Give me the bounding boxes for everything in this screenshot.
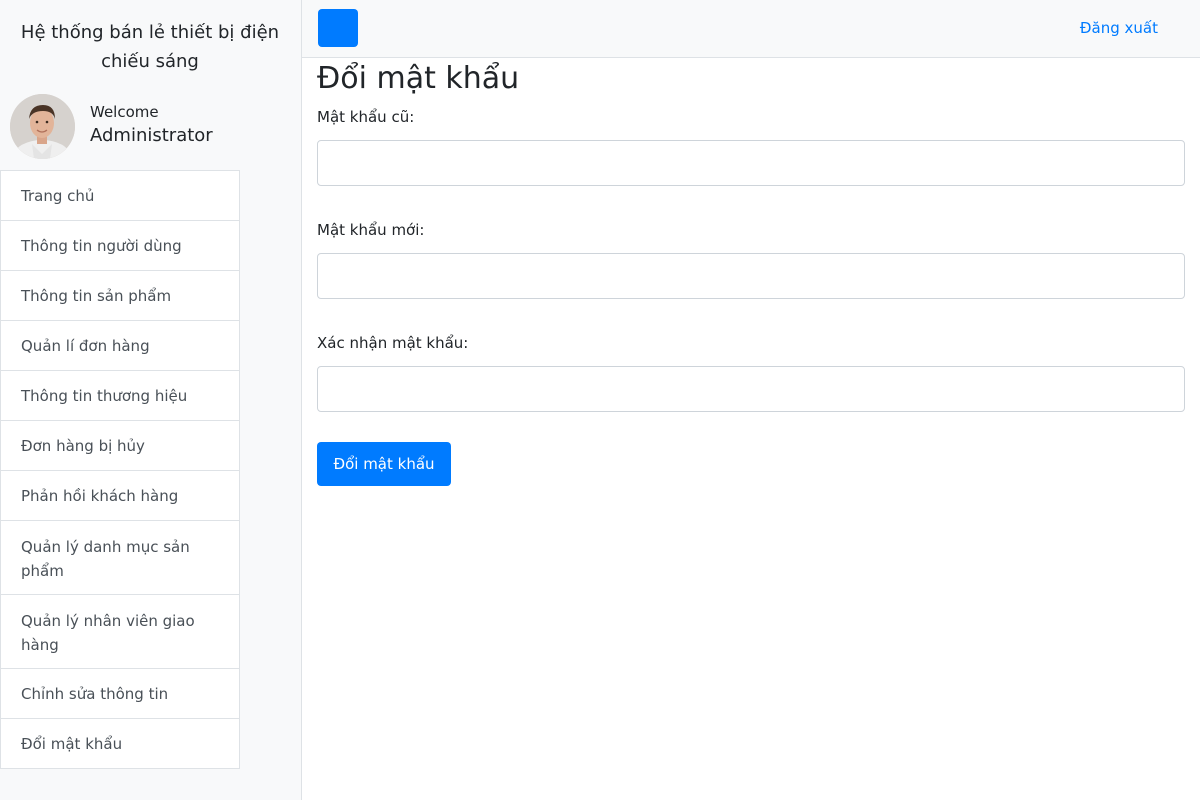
sidebar-item-label: Quản lý danh mục sản	[21, 538, 190, 556]
welcome-text: Welcome	[90, 103, 159, 121]
logout-link[interactable]: Đăng xuất	[1080, 19, 1158, 37]
sidebar-item-product-categories[interactable]: Quản lý danh mục sản phẩm	[0, 520, 240, 595]
page-title: Đổi mật khẩu	[317, 61, 520, 96]
sidebar-item-change-password[interactable]: Đổi mật khẩu	[0, 718, 240, 769]
sidebar-item-label: Thông tin sản phẩm	[21, 287, 172, 305]
user-panel: Welcome Administrator	[10, 94, 290, 160]
sidebar-item-delivery-staff[interactable]: Quản lý nhân viên giao hàng	[0, 594, 240, 669]
brand-title: Hệ thống bán lẻ thiết bị điện chiếu sáng	[0, 18, 300, 76]
sidebar-item-brands[interactable]: Thông tin thương hiệu	[0, 370, 240, 421]
sidebar-item-label: Trang chủ	[21, 187, 95, 205]
sidebar-item-label: Thông tin người dùng	[21, 237, 182, 255]
sidebar-menu: Trang chủ Thông tin người dùng Thông tin…	[0, 170, 240, 769]
brand-title-line2: chiếu sáng	[101, 51, 199, 72]
sidebar-item-label: Thông tin thương hiệu	[21, 387, 188, 405]
sidebar-item-label: Đơn hàng bị hủy	[21, 437, 145, 455]
old-password-input[interactable]	[317, 140, 1185, 186]
sidebar-item-label: Chỉnh sửa thông tin	[21, 685, 169, 703]
sidebar-item-product-info[interactable]: Thông tin sản phẩm	[0, 270, 240, 321]
sidebar-item-home[interactable]: Trang chủ	[0, 170, 240, 221]
brand-title-line1: Hệ thống bán lẻ thiết bị điện	[20, 22, 280, 43]
sidebar-toggle-button[interactable]	[318, 9, 358, 47]
sidebar-item-edit-info[interactable]: Chỉnh sửa thông tin	[0, 668, 240, 719]
sidebar-item-label-line2: phẩm	[21, 562, 64, 580]
confirm-password-label: Xác nhận mật khẩu:	[317, 334, 469, 352]
sidebar-item-customer-feedback[interactable]: Phản hồi khách hàng	[0, 470, 240, 521]
sidebar: Hệ thống bán lẻ thiết bị điện chiếu sáng…	[0, 0, 302, 800]
new-password-input[interactable]	[317, 253, 1185, 299]
sidebar-item-label: Quản lý nhân viên giao	[21, 612, 195, 630]
avatar	[10, 94, 75, 159]
sidebar-item-user-info[interactable]: Thông tin người dùng	[0, 220, 240, 271]
username: Administrator	[90, 125, 213, 146]
sidebar-item-cancelled-orders[interactable]: Đơn hàng bị hủy	[0, 420, 240, 471]
new-password-label: Mật khẩu mới:	[317, 221, 425, 239]
sidebar-item-label: Phản hồi khách hàng	[21, 487, 179, 505]
user-avatar-icon	[10, 94, 75, 159]
confirm-password-input[interactable]	[317, 366, 1185, 412]
old-password-label: Mật khẩu cũ:	[317, 108, 415, 126]
sidebar-item-label: Đổi mật khẩu	[21, 735, 123, 753]
sidebar-item-orders[interactable]: Quản lí đơn hàng	[0, 320, 240, 371]
sidebar-item-label: Quản lí đơn hàng	[21, 337, 150, 355]
change-password-button[interactable]: Đổi mật khẩu	[317, 442, 451, 486]
top-navbar: Đăng xuất	[302, 0, 1200, 58]
sidebar-item-label-line2: hàng	[21, 636, 59, 654]
